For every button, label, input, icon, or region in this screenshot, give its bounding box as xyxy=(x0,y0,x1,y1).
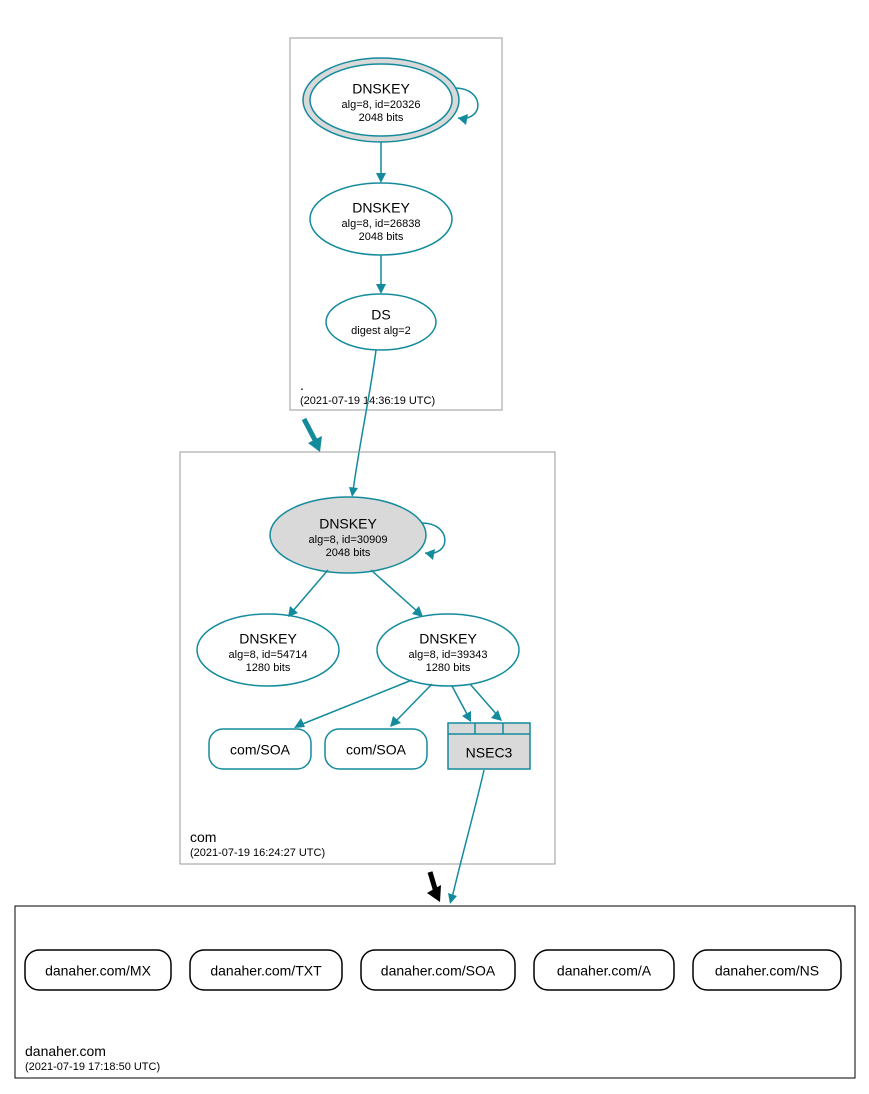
com-ksk-title: DNSKEY xyxy=(319,516,377,532)
edge-zsk2-nsec3b xyxy=(470,684,498,716)
edge-ds-to-com-ksk xyxy=(353,350,376,491)
rrset-a-label: danaher.com/A xyxy=(557,963,652,979)
com-zsk2-line2: alg=8, id=39343 xyxy=(409,649,488,661)
root-zsk-line3: 2048 bits xyxy=(359,231,404,243)
com-zsk2-node: DNSKEY alg=8, id=39343 1280 bits xyxy=(377,614,519,686)
rrset-txt-label: danaher.com/TXT xyxy=(210,963,322,979)
root-ds-line2: digest alg=2 xyxy=(351,325,411,337)
com-zsk1-line2: alg=8, id=54714 xyxy=(229,649,308,661)
com-zsk1-title: DNSKEY xyxy=(239,631,297,647)
edge-com-ksk-zsk1 xyxy=(292,570,328,612)
rrset-mx-node: danaher.com/MX xyxy=(25,950,171,990)
com-ksk-line3: 2048 bits xyxy=(326,547,371,559)
com-ksk-line2: alg=8, id=30909 xyxy=(309,534,388,546)
edge-com-ksk-zsk2 xyxy=(371,570,418,612)
rrset-ns-node: danaher.com/NS xyxy=(693,950,841,990)
root-zsk-node: DNSKEY alg=8, id=26838 2048 bits xyxy=(310,183,452,255)
rrset-soa-label: danaher.com/SOA xyxy=(381,963,496,979)
com-soa1-label: com/SOA xyxy=(230,742,291,758)
rrset-a-node: danaher.com/A xyxy=(534,950,674,990)
zone-com-timestamp: (2021-07-19 16:24:27 UTC) xyxy=(190,847,325,859)
com-nsec3-node: NSEC3 xyxy=(448,723,530,769)
rrset-ns-label: danaher.com/NS xyxy=(715,963,819,979)
edge-zsk2-nsec3a xyxy=(452,686,468,716)
com-zsk2-line3: 1280 bits xyxy=(426,662,471,674)
dnssec-diagram: . (2021-07-19 14:36:19 UTC) DNSKEY alg=8… xyxy=(0,0,869,1094)
zone-domain-name: danaher.com xyxy=(25,1043,106,1059)
root-ksk-line2: alg=8, id=20326 xyxy=(342,99,421,111)
zone-domain-timestamp: (2021-07-19 17:18:50 UTC) xyxy=(25,1061,160,1073)
root-ksk-title: DNSKEY xyxy=(352,81,410,97)
root-zsk-line2: alg=8, id=26838 xyxy=(342,218,421,230)
root-ds-title: DS xyxy=(371,307,390,323)
root-ksk-node: DNSKEY alg=8, id=20326 2048 bits xyxy=(303,58,459,142)
com-soa1-node: com/SOA xyxy=(209,729,311,769)
zone-domain: danaher.com (2021-07-19 17:18:50 UTC) xyxy=(15,906,855,1078)
edge-root-to-com-zone xyxy=(304,419,316,442)
rrset-soa-node: danaher.com/SOA xyxy=(361,950,515,990)
root-ds-node: DS digest alg=2 xyxy=(326,294,436,350)
com-zsk1-node: DNSKEY alg=8, id=54714 1280 bits xyxy=(197,614,339,686)
com-nsec3-label: NSEC3 xyxy=(466,745,513,761)
edge-nsec3-to-domain xyxy=(452,770,484,898)
rrset-mx-label: danaher.com/MX xyxy=(45,963,151,979)
com-soa2-node: com/SOA xyxy=(325,729,427,769)
com-ksk-node: DNSKEY alg=8, id=30909 2048 bits xyxy=(270,497,426,573)
zone-com-name: com xyxy=(190,829,216,845)
zone-root-name: . xyxy=(300,377,304,393)
com-soa2-label: com/SOA xyxy=(346,742,407,758)
edge-zsk2-soa2 xyxy=(395,684,432,722)
com-zsk1-line3: 1280 bits xyxy=(246,662,291,674)
root-ksk-line3: 2048 bits xyxy=(359,112,404,124)
rrset-txt-node: danaher.com/TXT xyxy=(190,950,342,990)
com-zsk2-title: DNSKEY xyxy=(419,631,477,647)
root-zsk-title: DNSKEY xyxy=(352,200,410,216)
